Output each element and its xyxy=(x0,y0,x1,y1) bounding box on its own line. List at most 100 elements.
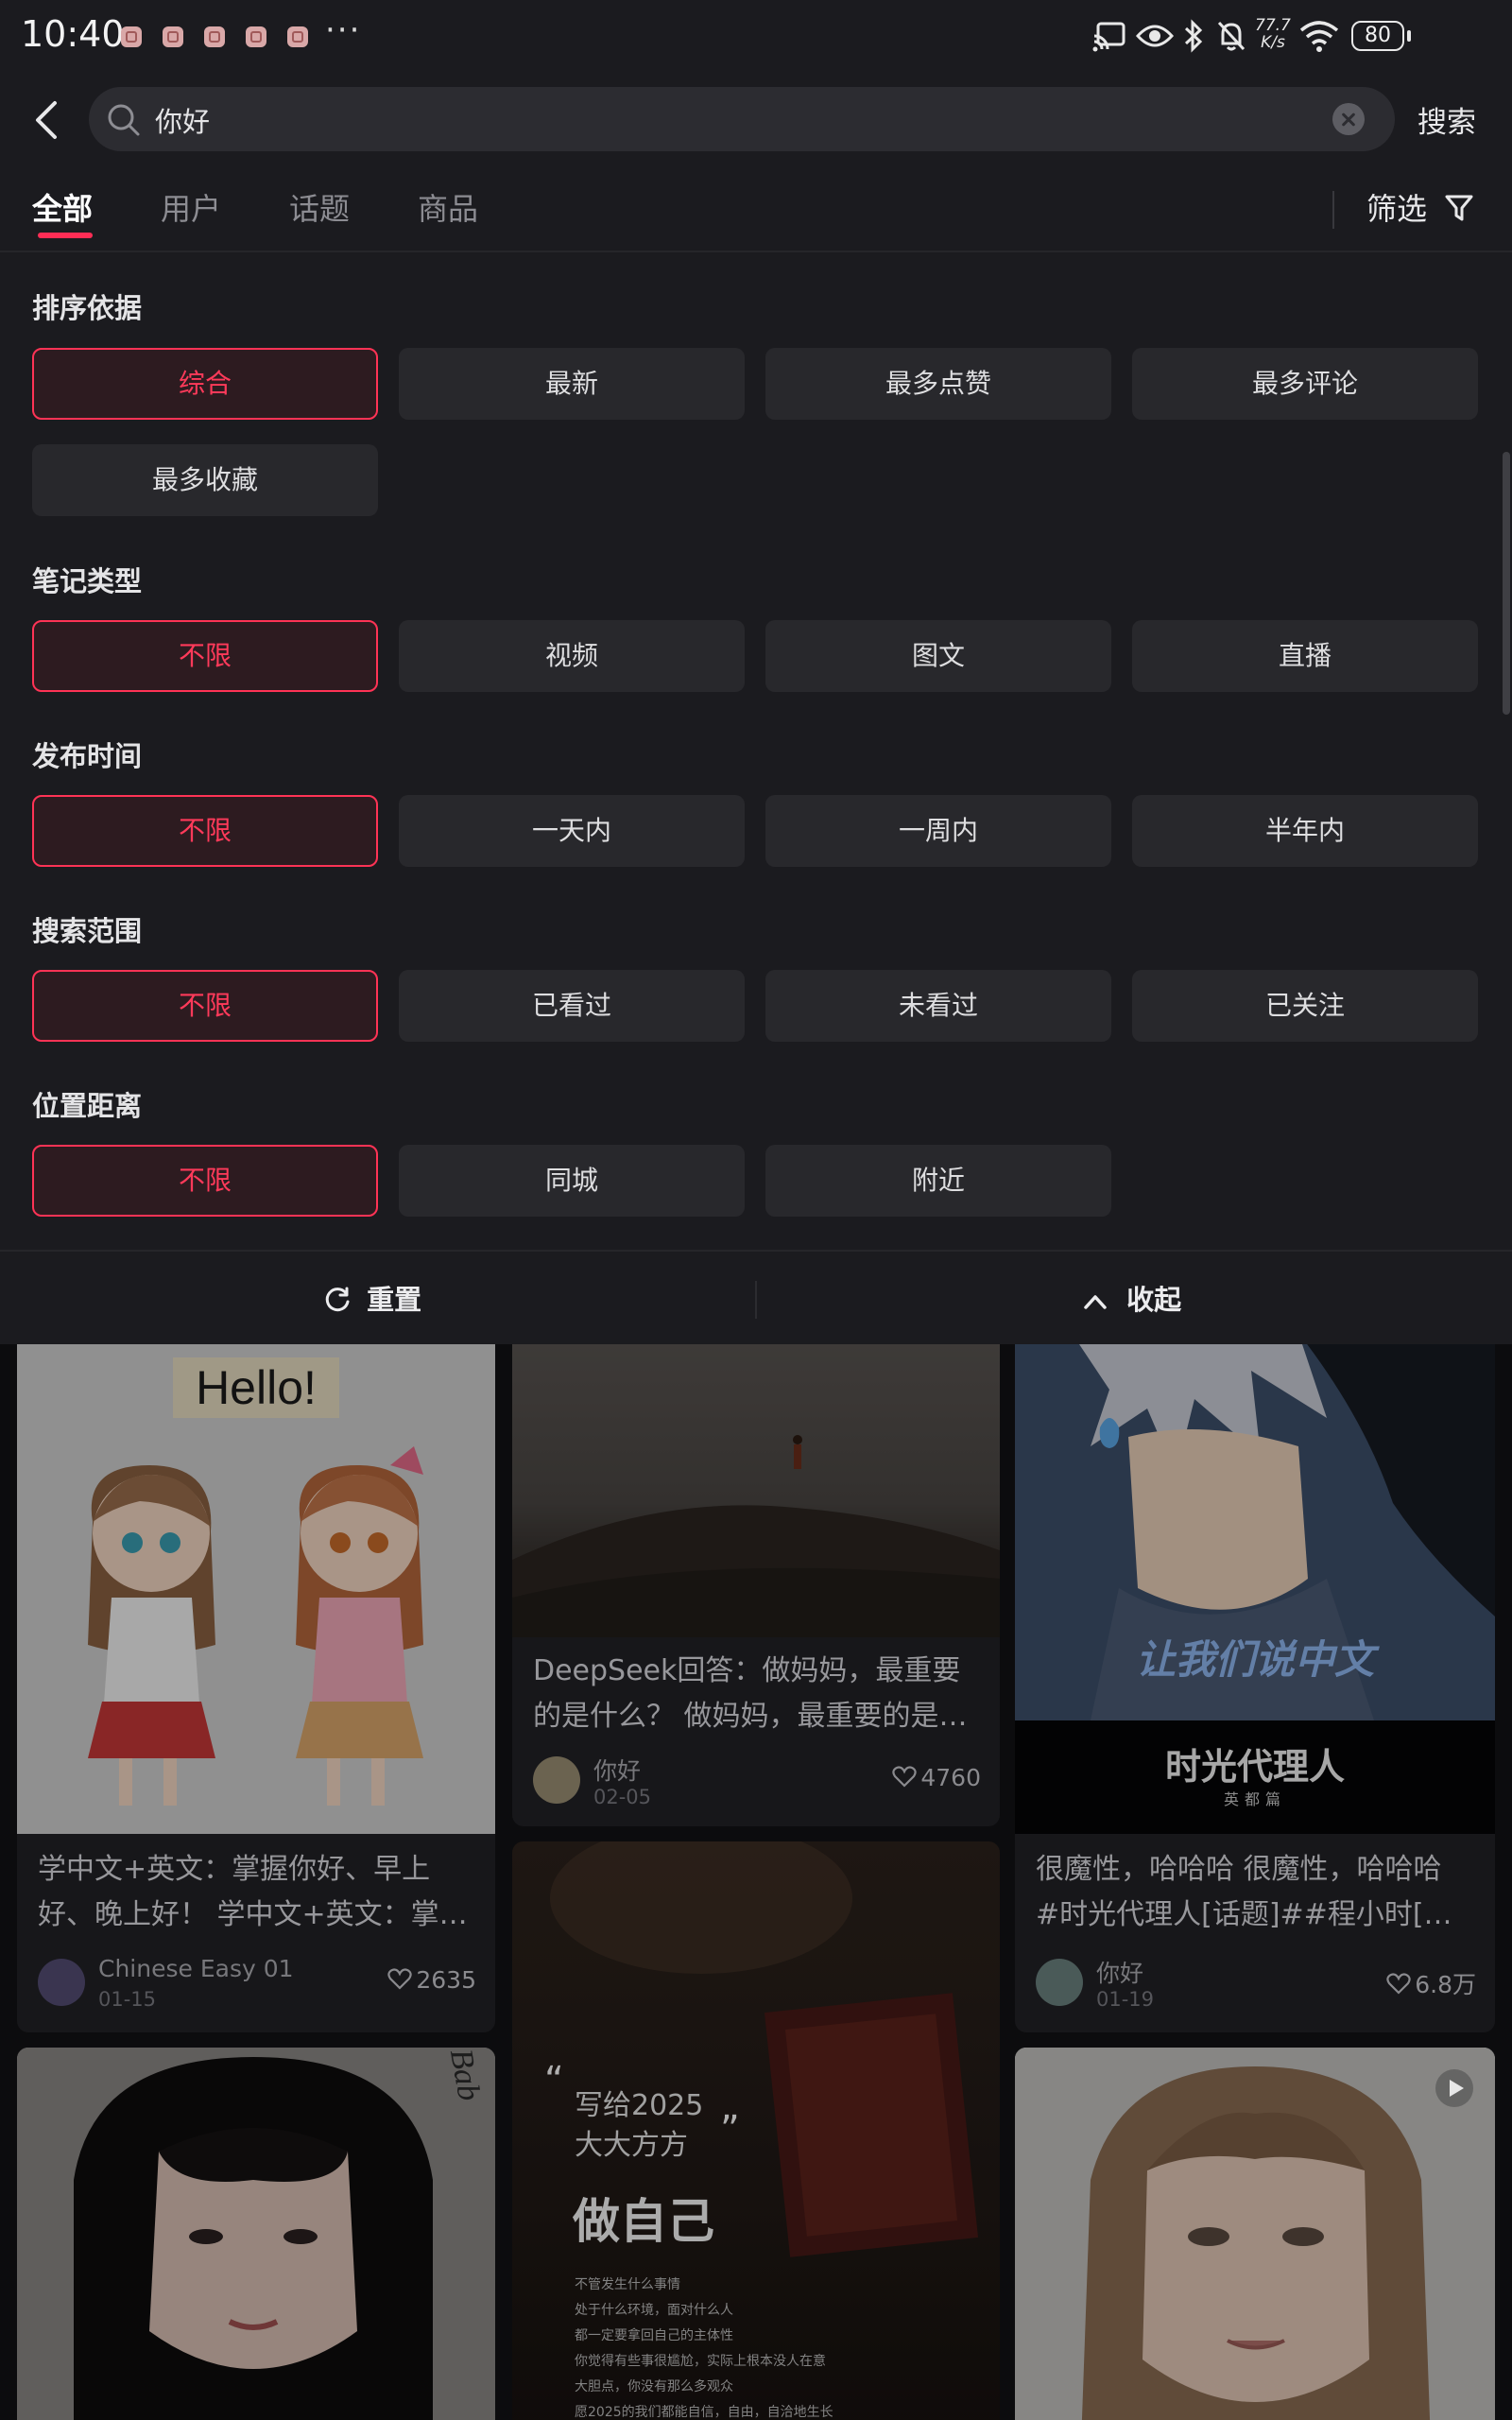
network-speed: 77.7 K/s xyxy=(1255,17,1291,51)
clear-search-icon[interactable] xyxy=(1332,103,1365,135)
distance-option-nearby[interactable]: 附近 xyxy=(765,1145,1111,1217)
filter-label: 筛选 xyxy=(1366,191,1428,227)
notification-icon xyxy=(163,26,183,47)
notification-icon xyxy=(204,26,225,47)
note-author[interactable]: 你好 xyxy=(1096,1955,1143,1989)
play-video-icon xyxy=(1435,2069,1473,2107)
note-type-option-live[interactable]: 直播 xyxy=(1132,620,1478,692)
results-feed: Hello! 学中文+英文：掌握你好、早上 好、晚上好！ 学中文+英文：掌… C… xyxy=(0,1344,1512,2420)
note-cover-image: Bab xyxy=(17,2048,495,2420)
footer-button-divider xyxy=(755,1281,757,1319)
heart-icon xyxy=(1386,1973,1411,1995)
search-button[interactable]: 搜索 xyxy=(1418,98,1476,141)
distance-option-any[interactable]: 不限 xyxy=(32,1145,378,1217)
note-author[interactable]: Chinese Easy 01 xyxy=(98,1955,294,1982)
mute-icon xyxy=(1217,21,1246,51)
wifi-icon xyxy=(1299,21,1339,52)
sort-option-newest[interactable]: 最新 xyxy=(399,348,745,420)
search-scope-option-any[interactable]: 不限 xyxy=(32,970,378,1042)
search-scope-option-viewed[interactable]: 已看过 xyxy=(399,970,745,1042)
note-title-line: 的是什么？ 做妈妈，最重要的是… xyxy=(533,1700,968,1733)
funnel-icon xyxy=(1445,195,1473,221)
note-date: 01-15 xyxy=(98,1988,157,2011)
filter-button[interactable]: 筛选 xyxy=(1366,185,1474,229)
note-type-option-video[interactable]: 视频 xyxy=(399,620,745,692)
note-cover-image xyxy=(1015,2048,1495,2420)
note-title-line: DeepSeek回答：做妈妈，最重要 xyxy=(533,1654,961,1687)
note-title: 学中文+英文：掌握你好、早上 好、晚上好！ 学中文+英文：掌… xyxy=(38,1847,482,1938)
active-tab-indicator xyxy=(38,233,93,238)
like-count[interactable]: 4760 xyxy=(892,1764,981,1791)
image-dim-overlay xyxy=(1015,2048,1495,2420)
note-author[interactable]: 你好 xyxy=(593,1753,641,1787)
tab-all[interactable]: 全部 xyxy=(32,185,93,229)
image-dim-overlay xyxy=(17,2048,495,2420)
publish-time-option-any[interactable]: 不限 xyxy=(32,795,378,867)
bluetooth-icon xyxy=(1184,19,1203,53)
note-date: 02-05 xyxy=(593,1786,652,1808)
like-count[interactable]: 6.8万 xyxy=(1386,1966,1476,2000)
note-type-option-image-text[interactable]: 图文 xyxy=(765,620,1111,692)
note-cover-image: Hello! xyxy=(17,1344,495,1834)
publish-time-option-week[interactable]: 一周内 xyxy=(765,795,1111,867)
battery-level: 80 xyxy=(1365,24,1391,47)
notification-icon xyxy=(287,26,308,47)
avatar[interactable] xyxy=(1036,1959,1083,2006)
note-card[interactable]: DeepSeek回答：做妈妈，最重要 的是什么？ 做妈妈，最重要的是… 你好 0… xyxy=(512,1344,1000,1826)
search-query: 你好 xyxy=(155,106,211,138)
status-time: 10:40 xyxy=(21,13,125,55)
note-date: 01-19 xyxy=(1096,1988,1155,2011)
footer-divider xyxy=(0,1250,1512,1252)
tab-divider xyxy=(1332,191,1334,229)
note-type-option-any[interactable]: 不限 xyxy=(32,620,378,692)
note-card[interactable]: Bab xyxy=(17,2048,495,2420)
note-type-section-title: 笔记类型 xyxy=(32,565,143,597)
image-dim-overlay xyxy=(512,1841,1000,2420)
more-notifications-icon: ··· xyxy=(325,11,362,49)
note-card[interactable]: “ 写给2025 大大方方 ” 做自己 不管发生什么事情 处于什么环境，面对什么… xyxy=(512,1841,1000,2420)
search-input[interactable]: 你好 xyxy=(89,87,1395,151)
sort-option-comprehensive[interactable]: 综合 xyxy=(32,348,378,420)
like-count[interactable]: 2635 xyxy=(387,1966,476,1994)
avatar[interactable] xyxy=(533,1756,580,1804)
network-speed-unit: K/s xyxy=(1261,33,1285,52)
distance-option-same-city[interactable]: 同城 xyxy=(399,1145,745,1217)
reset-label: 重置 xyxy=(367,1284,422,1316)
note-cover-image xyxy=(512,1344,1000,1637)
avatar[interactable] xyxy=(38,1959,85,2006)
collapse-button[interactable]: 收起 xyxy=(1083,1278,1181,1318)
refresh-icon xyxy=(325,1287,350,1312)
search-icon xyxy=(108,104,140,136)
sort-option-most-favorites[interactable]: 最多收藏 xyxy=(32,444,378,516)
note-card[interactable]: 让我们说中文 时光代理人 英都篇 很魔性，哈哈哈 很魔性，哈哈哈 #时光代理人[… xyxy=(1015,1344,1495,2032)
note-title: 很魔性，哈哈哈 很魔性，哈哈哈 #时光代理人[话题]##程小时[… xyxy=(1036,1847,1480,1938)
tab-topics[interactable]: 话题 xyxy=(289,185,350,229)
note-card[interactable] xyxy=(1015,2048,1495,2420)
like-count-value: 6.8万 xyxy=(1415,1971,1476,1998)
note-title-line: #时光代理人[话题]##程小时[… xyxy=(1036,1898,1452,1931)
publish-time-option-half-year[interactable]: 半年内 xyxy=(1132,795,1478,867)
image-dim-overlay xyxy=(17,1344,495,1834)
reset-button[interactable]: 重置 xyxy=(323,1278,421,1318)
scrollbar[interactable] xyxy=(1503,452,1510,715)
tab-users[interactable]: 用户 xyxy=(161,185,221,229)
tab-products[interactable]: 商品 xyxy=(418,185,478,229)
image-dim-overlay xyxy=(1015,1344,1495,1834)
search-scope-option-unviewed[interactable]: 未看过 xyxy=(765,970,1111,1042)
back-arrow-icon[interactable] xyxy=(30,98,64,142)
distance-section-title: 位置距离 xyxy=(32,1090,143,1122)
note-card[interactable]: Hello! 学中文+英文：掌握你好、早上 好、晚上好！ 学中文+英文：掌… C… xyxy=(17,1344,495,2032)
sort-option-most-comments[interactable]: 最多评论 xyxy=(1132,348,1478,420)
note-title: DeepSeek回答：做妈妈，最重要 的是什么？ 做妈妈，最重要的是… xyxy=(533,1649,977,1739)
header-divider xyxy=(0,251,1512,252)
sort-option-most-likes[interactable]: 最多点赞 xyxy=(765,348,1111,420)
battery-indicator: 80 xyxy=(1351,21,1411,51)
search-scope-option-following[interactable]: 已关注 xyxy=(1132,970,1478,1042)
like-count-value: 2635 xyxy=(416,1966,476,1994)
chevron-up-icon xyxy=(1084,1295,1107,1309)
sort-section-title: 排序依据 xyxy=(32,292,143,324)
image-dim-overlay xyxy=(512,1344,1000,1637)
publish-time-option-day[interactable]: 一天内 xyxy=(399,795,745,867)
note-title-line: 学中文+英文：掌握你好、早上 xyxy=(38,1853,431,1886)
cast-icon xyxy=(1092,22,1125,52)
